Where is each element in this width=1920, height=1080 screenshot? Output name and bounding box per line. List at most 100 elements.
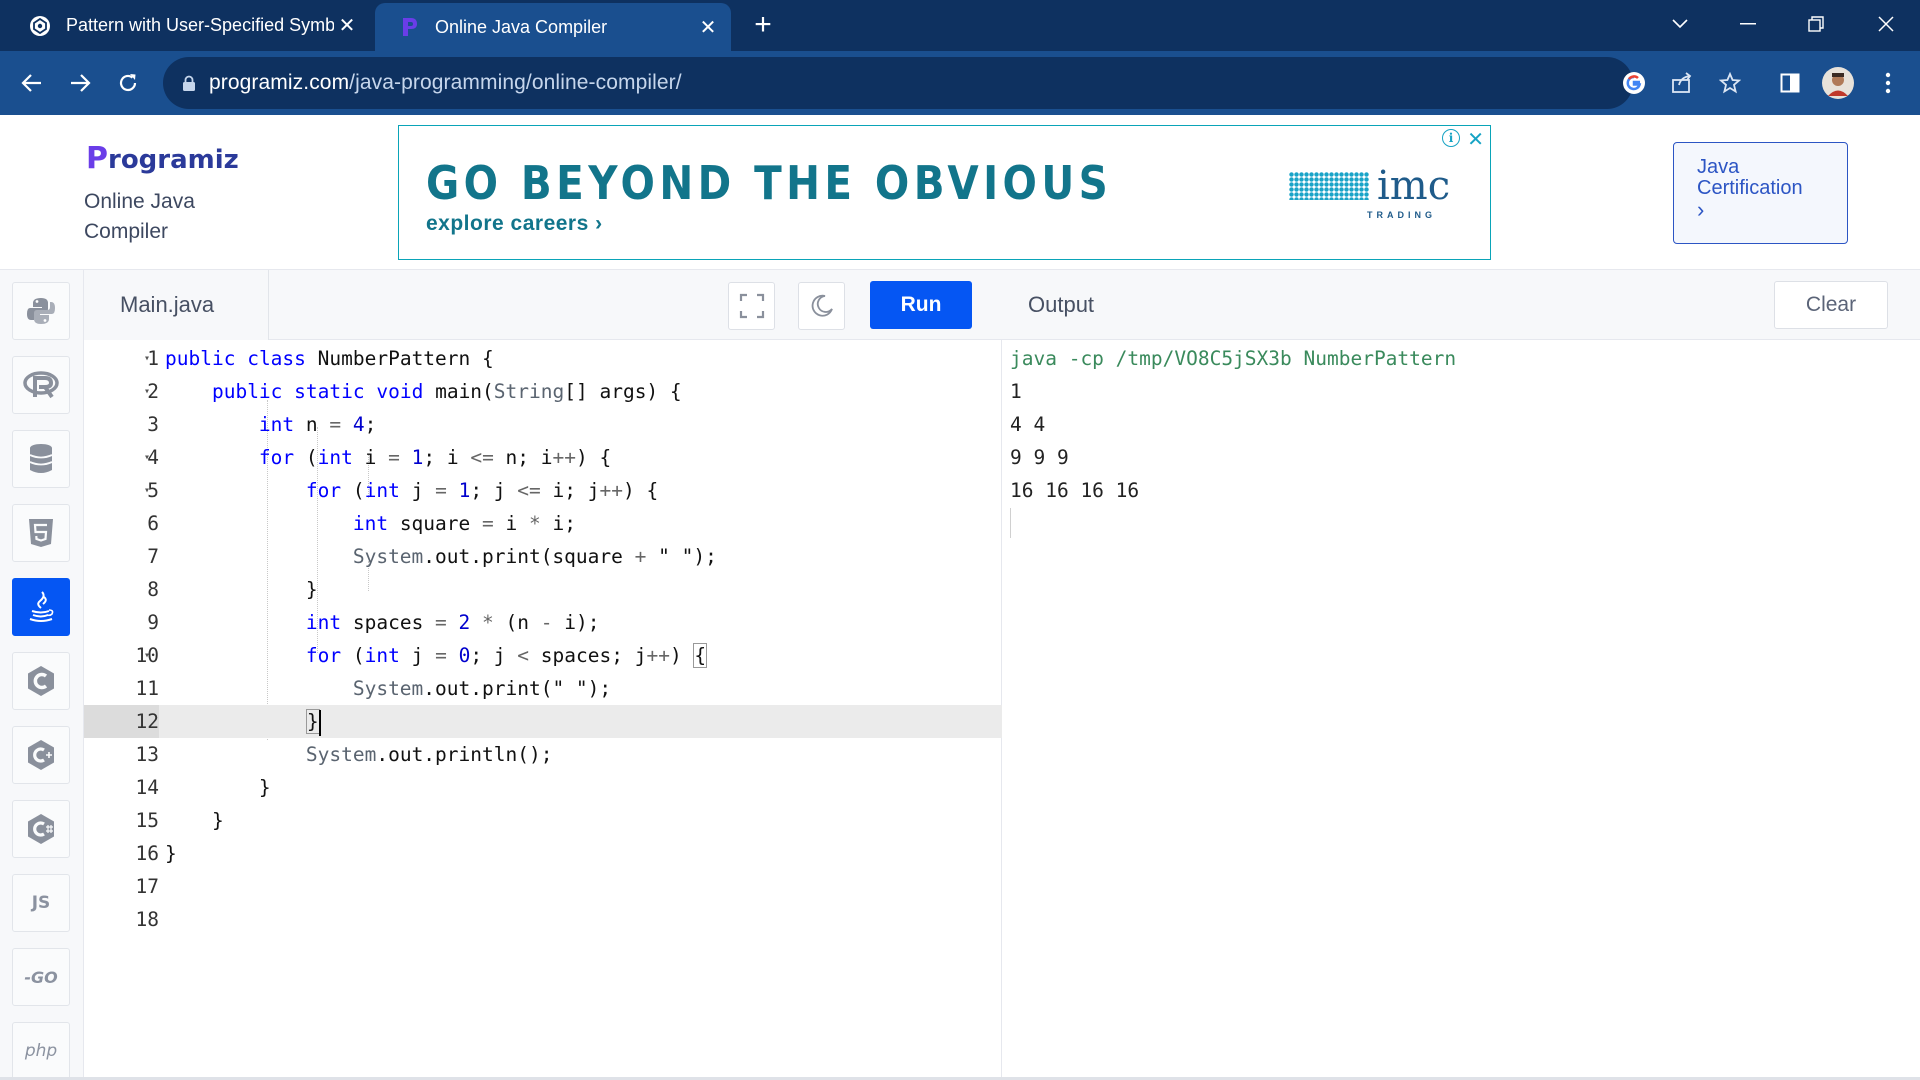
cert-label: Java Certification [1697, 156, 1803, 199]
code-line: 18 [84, 903, 1002, 936]
ad-brand-name: imc [1377, 163, 1451, 209]
line-number: 16 [135, 842, 159, 865]
reload-icon[interactable] [110, 65, 146, 101]
line-number: 13 [135, 743, 159, 766]
code-line: 4 ▾ for (int i = 1; i <= n; i++) { [84, 441, 1002, 474]
line-number: 6 [147, 512, 159, 535]
logo-text: rogramiz [108, 145, 239, 175]
moon-icon [811, 294, 833, 317]
language-sidebar: JS -GO php [0, 270, 84, 1080]
java-certification-button[interactable]: Java Certification › [1673, 142, 1848, 244]
output-header: Output Clear [1002, 270, 1920, 340]
back-icon[interactable] [14, 65, 50, 101]
code-line: 8 } [84, 573, 1002, 606]
code-line: 5 ▾ for (int j = 1; j <= i; j++) { [84, 474, 1002, 507]
ad-subline[interactable]: explore careers › [426, 212, 603, 236]
code-line: 3 int n = 4; [84, 408, 1002, 441]
ad-info-icon[interactable]: i [1442, 129, 1460, 147]
fold-arrow-icon[interactable]: ▾ [144, 342, 156, 375]
chatgpt-icon [28, 14, 52, 38]
star-bookmark-icon[interactable] [1712, 65, 1748, 101]
cpp-icon[interactable] [12, 726, 70, 784]
avatar[interactable] [1820, 65, 1856, 101]
ad-brand-sub: TRADING [1367, 210, 1436, 220]
line-number: 15 [135, 809, 159, 832]
python-icon[interactable] [12, 282, 70, 340]
fullscreen-icon [739, 293, 764, 319]
tab-search-icon[interactable] [1660, 6, 1700, 42]
tab-close-icon[interactable]: ✕ [334, 13, 360, 39]
fullscreen-button[interactable] [728, 282, 775, 330]
code-line: 17 [84, 870, 1002, 903]
ad-banner[interactable]: GO BEYOND THE OBVIOUS explore careers › … [398, 125, 1491, 260]
tab-close-icon[interactable]: ✕ [695, 14, 721, 40]
line-number: 8 [147, 578, 159, 601]
js-label: JS [31, 893, 51, 913]
line-number: 7 [147, 545, 159, 568]
more-menu-icon[interactable] [1870, 65, 1906, 101]
csharp-icon[interactable] [12, 800, 70, 858]
page-subtitle: Online Java Compiler [84, 190, 195, 243]
browser-toolbar: programiz.com/java-programming/online-co… [0, 51, 1920, 115]
php-label: php [24, 1041, 58, 1061]
url-text: programiz.com/java-programming/online-co… [209, 71, 682, 95]
forward-icon[interactable] [62, 65, 98, 101]
line-number: 12 [84, 705, 159, 738]
ad-close-icon[interactable]: ✕ [1467, 127, 1484, 152]
google-icon[interactable] [1616, 65, 1652, 101]
r-icon[interactable] [12, 356, 70, 414]
new-tab-button[interactable]: + [748, 10, 778, 40]
address-bar[interactable]: programiz.com/java-programming/online-co… [163, 57, 1633, 109]
side-panel-icon[interactable] [1772, 65, 1808, 101]
code-editor[interactable]: 1 ▾ public class NumberPattern { 2 ▾ publi… [84, 340, 1002, 1080]
file-tab[interactable]: Main.java [84, 270, 269, 340]
browser-tab-active[interactable]: Online Java Compiler ✕ [375, 3, 731, 51]
output-line: 4 4 [1010, 413, 1046, 436]
run-button[interactable]: Run [870, 281, 972, 329]
fold-arrow-icon[interactable]: ▾ [144, 375, 156, 408]
line-number: 17 [135, 875, 159, 898]
ad-headline: GO BEYOND THE OBVIOUS [426, 156, 1113, 210]
java-icon[interactable] [12, 578, 70, 636]
tab-title: Online Java Compiler [435, 16, 608, 37]
fold-arrow-icon[interactable]: ▾ [144, 474, 156, 507]
output-title: Output [1028, 292, 1095, 317]
lock-icon [179, 73, 199, 93]
minimize-icon[interactable] [1728, 6, 1768, 42]
html5-icon[interactable] [12, 504, 70, 562]
c-icon[interactable] [12, 652, 70, 710]
browser-tab-inactive[interactable]: Pattern with User-Specified Symb ✕ [18, 0, 370, 51]
close-window-icon[interactable] [1866, 6, 1906, 42]
page-header: Programiz Online Java Compiler GO BEYOND… [0, 115, 1920, 270]
share-icon[interactable] [1664, 65, 1700, 101]
line-number: 18 [135, 908, 159, 931]
logo-initial: P [86, 141, 108, 176]
restore-icon[interactable] [1796, 6, 1836, 42]
theme-toggle-button[interactable] [798, 282, 845, 330]
code-line: 9 int spaces = 2 * (n - i); [84, 606, 1002, 639]
browser-tabstrip: Pattern with User-Specified Symb ✕ Onlin… [0, 0, 1920, 51]
php-language-button[interactable]: php [12, 1022, 70, 1080]
fold-arrow-icon[interactable]: ▾ [144, 639, 156, 672]
output-caret [1010, 508, 1011, 538]
line-number: 11 [135, 677, 159, 700]
output-console[interactable]: java -cp /tmp/VO8C5jSX3b NumberPattern 1… [1002, 340, 1920, 1080]
output-line: 1 [1010, 380, 1022, 403]
output-line: 9 9 9 [1010, 446, 1069, 469]
url-domain: programiz.com [209, 71, 350, 94]
fold-arrow-icon[interactable]: ▾ [144, 441, 156, 474]
programiz-logo[interactable]: Programiz [86, 141, 239, 176]
line-number: 14 [135, 776, 159, 799]
go-language-button[interactable]: -GO [12, 948, 70, 1006]
code-line: 15 } [84, 804, 1002, 837]
js-language-button[interactable]: JS [12, 874, 70, 932]
code-line: 11 System.out.print(" "); [84, 672, 1002, 705]
go-label: -GO [24, 967, 58, 987]
database-icon[interactable] [12, 430, 70, 488]
ad-brand: imc [1289, 163, 1451, 209]
code-line: 2 ▾ public static void main(String[] args… [84, 375, 1002, 408]
clear-button[interactable]: Clear [1774, 281, 1888, 329]
code-line-active: 12 } [84, 705, 1002, 738]
url-path: /java-programming/online-compiler/ [349, 71, 682, 94]
output-command: java -cp /tmp/VO8C5jSX3b NumberPattern [1010, 347, 1457, 370]
